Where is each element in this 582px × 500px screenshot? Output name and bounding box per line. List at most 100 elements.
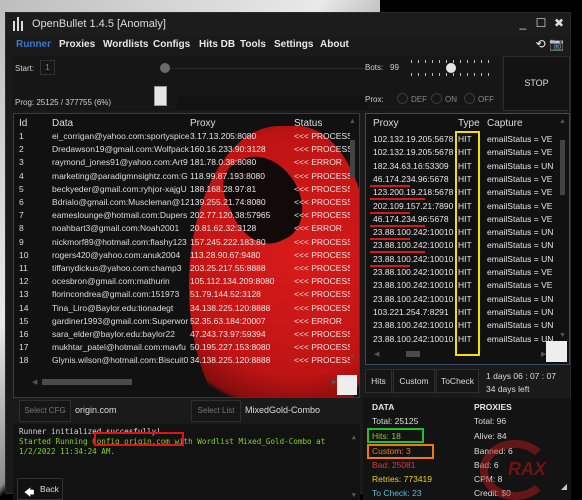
menu-tools[interactable]: Tools bbox=[240, 39, 266, 50]
hit-cell-proxy: 23.88.100.242:10010 bbox=[373, 227, 454, 238]
proxy-def-radio[interactable] bbox=[397, 93, 408, 104]
cell-id: 3 bbox=[19, 157, 24, 168]
log-scroll-up-icon[interactable]: ▲ bbox=[352, 432, 356, 442]
data-bad: Bad: 25081 bbox=[372, 460, 416, 470]
table-row[interactable]: 17 mukhtar_patel@hotmail.com:mavfu 50.195.… bbox=[14, 342, 350, 356]
cell-id: 14 bbox=[19, 302, 29, 313]
data-grid: Id Data Proxy Status 1 ei_corrigan@yahoo.… bbox=[13, 113, 360, 398]
history-icon[interactable]: ⟲ bbox=[536, 37, 546, 51]
close-button[interactable]: ✖ bbox=[552, 16, 566, 30]
cell-proxy: 118.99.87.193:8080 bbox=[190, 170, 265, 181]
cell-data: beckyeder@gmail.com:ryhjor-xajgU bbox=[52, 183, 187, 194]
menu-wordlists[interactable]: Wordlists bbox=[103, 39, 148, 50]
table-row[interactable]: 3 raymond_jones91@yahoo.com:Art9 181.78.0.… bbox=[14, 157, 349, 171]
elapsed-time: 1 days 06 : 07 : 07 bbox=[486, 371, 556, 381]
menu-configs[interactable]: Configs bbox=[153, 39, 190, 50]
table-row[interactable]: 1 ei_corrigan@yahoo.com:sportyspice 3.17.1… bbox=[14, 131, 350, 145]
hscroll-thumb[interactable] bbox=[42, 379, 132, 385]
log-line: 1/2/2022 11:34:24 AM. bbox=[19, 447, 116, 456]
hit-cell-capture: emailStatus = UNVERIFIED bbox=[487, 227, 553, 238]
table-row[interactable]: 2 Dredawson19@gmail.com:Wolfpack 160.16.23… bbox=[14, 144, 350, 158]
hits-vscroll[interactable]: ▲ ▼ bbox=[559, 118, 566, 343]
table-row[interactable]: 7 eameslounge@hotmail.com:Dupers 202.77.12… bbox=[14, 210, 350, 224]
cell-status: <<< PROCESSING bbox=[294, 342, 350, 353]
cell-proxy: 113.28.90.67:9480 bbox=[190, 249, 261, 260]
start-slider-track[interactable] bbox=[165, 68, 365, 69]
table-row[interactable]: 9 nickmorf89@hotmail.com:flashy123 157.245… bbox=[14, 237, 350, 251]
menu-settings[interactable]: Settings bbox=[274, 39, 313, 50]
menu-runner[interactable]: Runner bbox=[16, 39, 51, 50]
runner-log[interactable]: Runner initialized succesfully! Started … bbox=[13, 424, 360, 500]
col-data-header[interactable]: Data bbox=[52, 118, 73, 129]
title-bar[interactable]: OpenBullet 1.4.5 [Anomaly] _ ☐ ✖ bbox=[6, 13, 570, 35]
table-row[interactable]: 13 florincondrea@gmail.com:151973 51.79.14… bbox=[14, 289, 350, 303]
hits-col-type-header[interactable]: Type bbox=[458, 118, 480, 129]
cell-status: <<< PROCESSING bbox=[294, 263, 350, 273]
proxy-off-radio[interactable] bbox=[464, 93, 475, 104]
table-row[interactable]: 14 Tina_Liro@Baylor.edu:tionadegt 34.138.2… bbox=[14, 302, 350, 317]
cell-status: <<< PROCESSING bbox=[294, 249, 350, 260]
hits-scroll-down-icon[interactable]: ▼ bbox=[559, 332, 566, 339]
hits-col-capture-header[interactable]: Capture bbox=[487, 118, 523, 129]
cell-status: <<< PROCESSING bbox=[294, 144, 350, 155]
log-scroll-down-icon[interactable]: ▼ bbox=[352, 490, 356, 500]
vscroll-thumb[interactable] bbox=[350, 140, 355, 178]
bots-slider-knob[interactable] bbox=[446, 63, 456, 73]
scroll-down-icon[interactable]: ▼ bbox=[349, 354, 356, 361]
start-input[interactable]: 1 bbox=[40, 60, 55, 75]
camera-icon[interactable]: 📷 bbox=[549, 37, 564, 51]
table-row[interactable]: 5 beckyeder@gmail.com:ryhjor-xajgU 188.168… bbox=[14, 183, 350, 198]
window-title: OpenBullet 1.4.5 [Anomaly] bbox=[32, 18, 166, 30]
menu-proxies[interactable]: Proxies bbox=[59, 39, 95, 50]
stop-button[interactable]: STOP bbox=[503, 56, 570, 111]
col-proxy-header[interactable]: Proxy bbox=[190, 118, 216, 129]
table-row[interactable]: 11 tiffanydickus@yahoo.com:champ3 203.25.2… bbox=[14, 263, 350, 277]
hits-scroll-up-icon[interactable]: ▲ bbox=[559, 118, 566, 125]
table-row[interactable]: 8 noahbart3@gmail.com:Noah2001 20.81.62.32… bbox=[14, 223, 349, 237]
table-row[interactable]: 15 gardiner1993@gmail.com:Superwor 52.35.6… bbox=[14, 316, 349, 330]
maximize-button[interactable]: ☐ bbox=[534, 16, 548, 30]
hits-scroll-left-icon[interactable]: ◀ bbox=[374, 350, 379, 358]
menu-hits-db[interactable]: Hits DB bbox=[199, 39, 235, 50]
table-row[interactable]: 12 ocesbron@gmail.com:mathurin 105.112.134… bbox=[14, 276, 350, 290]
scroll-left-icon[interactable]: ◀ bbox=[32, 378, 37, 386]
table-row[interactable]: 4 marketing@paradigmnsightz.com:G 118.99.8… bbox=[14, 170, 350, 185]
menu-about[interactable]: About bbox=[320, 39, 349, 50]
hit-cell-proxy: 23.88.100.242:10010 bbox=[373, 267, 454, 277]
hit-cell-proxy: 46.174.234.96:5678 bbox=[373, 173, 449, 184]
hit-cell-capture: emailStatus = UNVERIFIED bbox=[487, 306, 553, 317]
cell-id: 7 bbox=[19, 210, 24, 221]
hit-cell-proxy: 23.88.100.242:10010 bbox=[373, 333, 454, 344]
select-list-button[interactable]: Select List bbox=[191, 400, 241, 422]
col-status-header[interactable]: Status bbox=[294, 118, 322, 129]
scroll-up-icon[interactable]: ▲ bbox=[349, 118, 356, 125]
table-row[interactable]: 18 Glynis.wilson@hotmail.com:Biscuit0 34.1… bbox=[14, 355, 350, 369]
cell-status: <<< ERROR bbox=[294, 157, 342, 168]
resize-grip-icon[interactable]: ◢ bbox=[561, 482, 567, 491]
tab-tocheck[interactable]: ToCheck bbox=[436, 369, 479, 393]
tab-custom[interactable]: Custom bbox=[393, 369, 435, 393]
proxy-on-radio[interactable] bbox=[431, 93, 442, 104]
hit-cell-proxy: 102.132.19.205:5678 bbox=[373, 147, 454, 158]
minimize-button[interactable]: _ bbox=[516, 16, 530, 30]
hits-col-proxy-header[interactable]: Proxy bbox=[373, 118, 399, 129]
data-grid-vscroll[interactable]: ▲ ▼ bbox=[349, 118, 356, 363]
cell-id: 1 bbox=[19, 131, 24, 141]
cell-status: <<< PROCESSING bbox=[294, 170, 350, 181]
hits-scroll-corner bbox=[546, 341, 567, 362]
table-row[interactable]: 16 sara_elder@baylor.edu:baylor22 47.243.7… bbox=[14, 329, 350, 343]
col-id-header[interactable]: Id bbox=[19, 118, 27, 129]
config-selection: Select CFG origin.com Select List MixedG… bbox=[13, 400, 360, 422]
table-row[interactable]: 10 rogers420@yahoo.com:anuk2004 113.28.90.… bbox=[14, 249, 350, 264]
hits-hscroll-thumb[interactable] bbox=[406, 351, 420, 357]
tab-hits[interactable]: Hits bbox=[365, 369, 392, 393]
custom-highlight bbox=[367, 444, 434, 459]
start-slider-knob[interactable] bbox=[160, 63, 170, 73]
back-button[interactable]: 🡄 Back bbox=[17, 478, 63, 500]
cell-data: gardiner1993@gmail.com:Superwor bbox=[52, 315, 189, 326]
table-row[interactable]: 6 Bdrialo@gmail.com:Muscleman@12 139.255.2… bbox=[14, 197, 350, 211]
hits-vscroll-thumb[interactable] bbox=[560, 140, 565, 195]
select-cfg-button[interactable]: Select CFG bbox=[19, 400, 71, 422]
hit-cell-proxy: 46.174.234.96:5678 bbox=[373, 213, 449, 224]
hit-cell-capture: emailStatus = UNVERIFIED bbox=[487, 333, 553, 344]
